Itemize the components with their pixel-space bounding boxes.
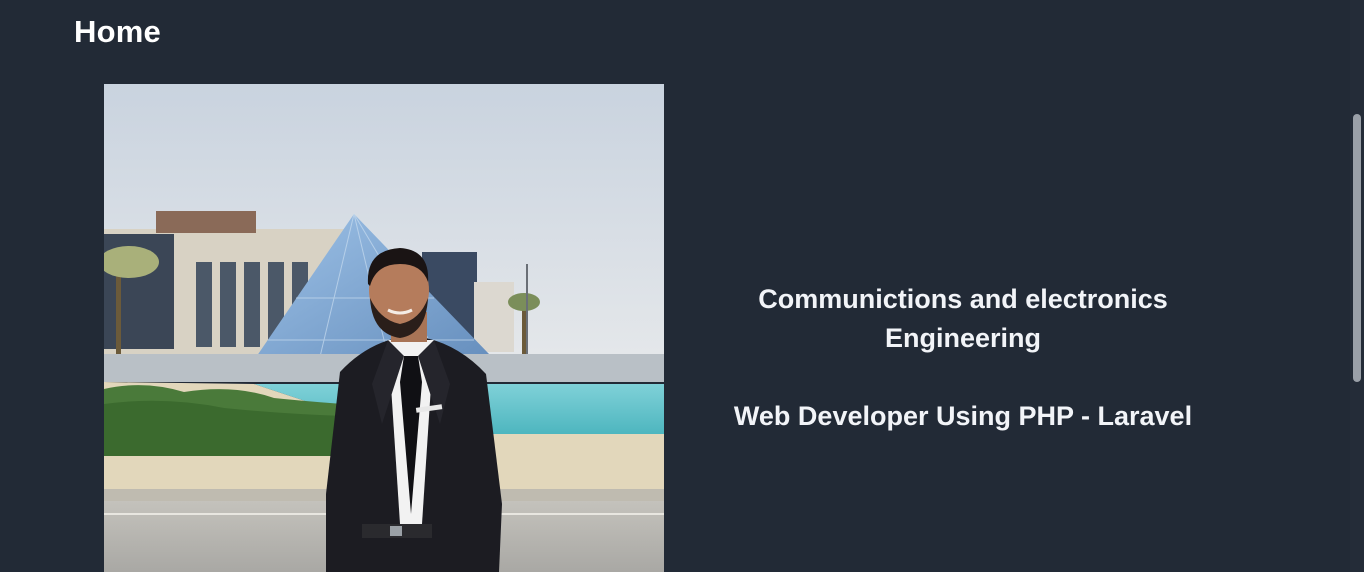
home-page: Home Communictions and electronics Engin…: [0, 0, 1364, 572]
scrollbar-thumb[interactable]: [1353, 114, 1361, 382]
profile-bio: Communictions and electronics Engineerin…: [690, 280, 1236, 436]
page-title: Home: [74, 14, 161, 49]
profile-photo: [104, 84, 664, 572]
bio-role: Web Developer Using PHP - Laravel: [733, 401, 1193, 431]
bio-spacer: [690, 358, 1236, 397]
page-scrollbar[interactable]: [1350, 0, 1364, 572]
bio-degree-line-2: Engineering: [884, 323, 1041, 353]
bio-degree-line-1: Communictions and electronics: [758, 284, 1168, 314]
